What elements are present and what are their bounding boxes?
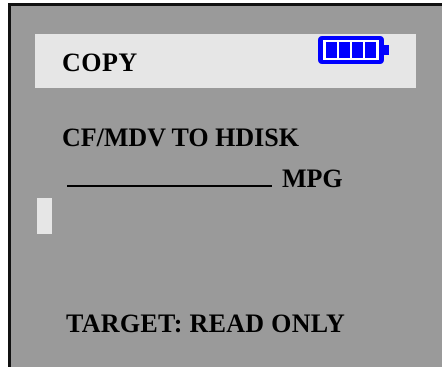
operation-label: CF/MDV TO HDISK (62, 123, 299, 152)
filename-row: MPG (67, 161, 343, 194)
target-status: TARGET: READ ONLY (66, 309, 346, 338)
file-type-label: MPG (282, 164, 343, 193)
battery-full-icon (318, 36, 390, 64)
screen-title: COPY (62, 48, 138, 77)
title-bar: COPY (35, 34, 416, 88)
lcd-screen: COPY CF/MDV TO HDISK MPG TARGET: READ ON… (8, 3, 442, 367)
text-cursor (37, 198, 52, 234)
filename-field[interactable] (67, 161, 272, 187)
